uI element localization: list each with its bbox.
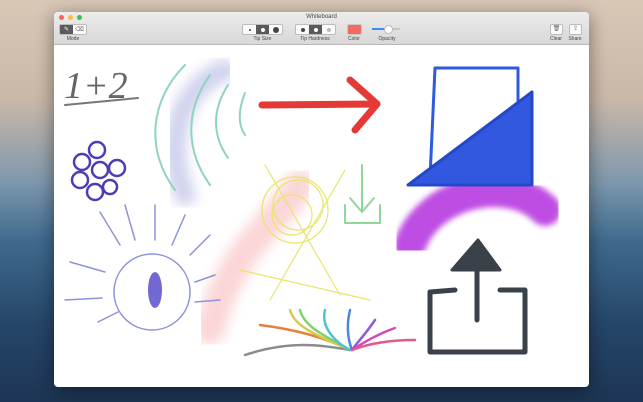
- red-arrow: [258, 76, 381, 134]
- share-label: Share: [568, 36, 582, 42]
- hard-dot-icon: [300, 27, 305, 32]
- soft-dot-icon: [326, 27, 331, 32]
- green-arrow: [344, 164, 381, 224]
- medium-hard-dot-icon: [313, 27, 318, 32]
- share-arrow-head: [450, 238, 502, 272]
- eraser-mode-button[interactable]: ⌫: [73, 25, 86, 34]
- eraser-icon: ⌫: [75, 27, 84, 33]
- tip-hardness-label: Tip Hardness: [300, 36, 330, 42]
- handwritten-equation: 1+2: [64, 65, 128, 107]
- whiteboard-window: Whiteboard ✎ ⌫ Mode Tip Size Tip Hardnes…: [54, 12, 589, 387]
- clear-button[interactable]: 🗑: [550, 24, 563, 35]
- trash-icon: 🗑: [552, 26, 561, 32]
- color-label: Color: [348, 36, 360, 42]
- soft-pink-stroke: [195, 170, 315, 345]
- share-drawing: [427, 259, 528, 355]
- clear-label: Clear: [550, 36, 562, 42]
- tip-hardness-control: [295, 24, 336, 35]
- opacity-slider-thumb[interactable]: [384, 25, 393, 34]
- pen-mode-button[interactable]: ✎: [60, 25, 73, 34]
- rainbow-strokes: [243, 308, 417, 357]
- drawing-canvas[interactable]: 1+2: [54, 45, 589, 387]
- large-dot-icon: [272, 26, 279, 33]
- tip-size-control: [242, 24, 283, 35]
- window-title: Whiteboard: [306, 14, 337, 20]
- tip-size-label: Tip Size: [253, 36, 272, 42]
- mode-label: Mode: [66, 36, 80, 42]
- pencil-icon: ✎: [63, 27, 70, 33]
- tip-size-large[interactable]: [269, 25, 282, 34]
- opacity-label: Opacity: [378, 36, 396, 42]
- magenta-stroke: [394, 175, 561, 261]
- toolbar: Whiteboard ✎ ⌫ Mode Tip Size Tip Hardnes…: [54, 12, 589, 45]
- medium-dot-icon: [260, 27, 265, 32]
- bulb-filament: [148, 272, 162, 308]
- share-icon: ⇪: [572, 26, 579, 32]
- tip-size-medium[interactable]: [256, 25, 269, 34]
- share-button[interactable]: ⇪: [569, 24, 582, 35]
- tip-hardness-hard[interactable]: [296, 25, 309, 34]
- color-swatch-button[interactable]: [347, 24, 362, 35]
- tip-size-small[interactable]: [243, 25, 256, 34]
- blue-triangle: [406, 90, 534, 187]
- light-bulb: [64, 204, 221, 331]
- tip-hardness-soft[interactable]: [322, 25, 335, 34]
- purple-circles: [70, 140, 127, 202]
- small-dot-icon: [248, 28, 251, 31]
- opacity-slider[interactable]: [372, 25, 400, 34]
- mode-control: ✎ ⌫: [59, 24, 87, 35]
- tip-hardness-medium[interactable]: [309, 25, 322, 34]
